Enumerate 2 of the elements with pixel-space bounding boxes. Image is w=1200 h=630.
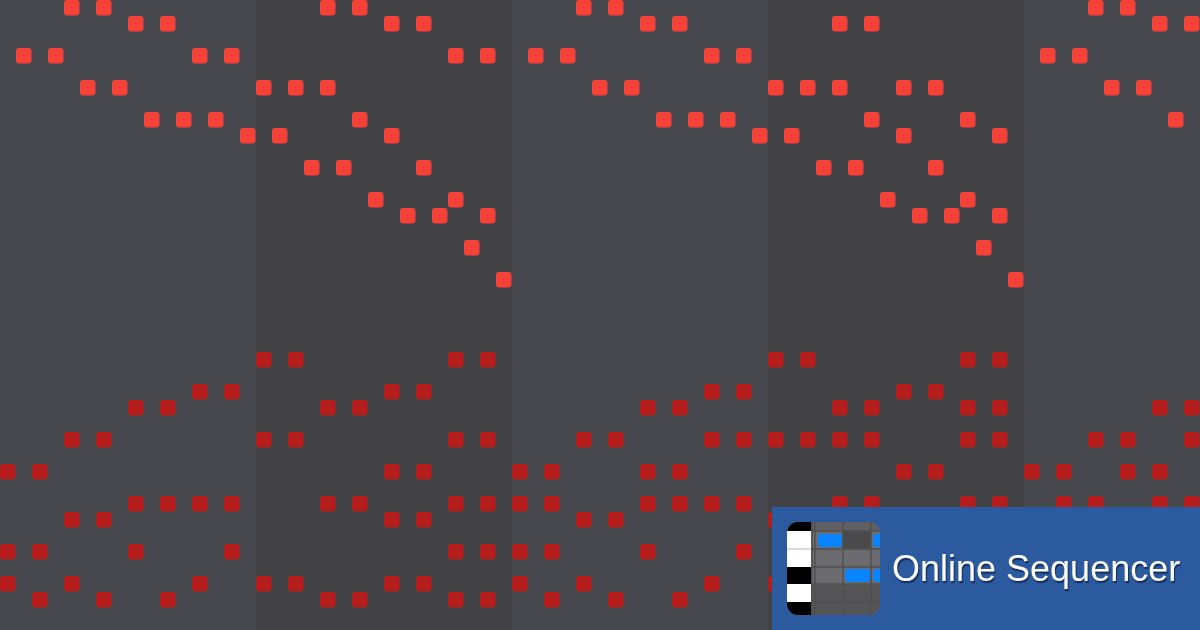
piano-roll-icon <box>787 522 880 615</box>
brand-title: Online Sequencer <box>892 547 1181 590</box>
